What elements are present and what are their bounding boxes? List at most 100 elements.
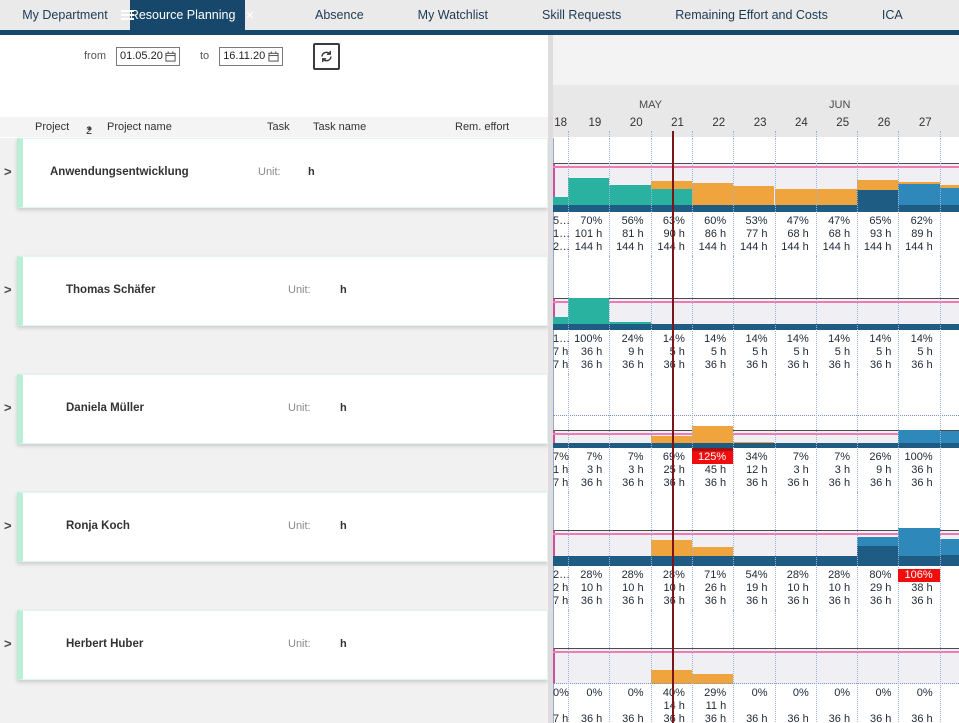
numbers-cell: 62%89 h144 h: [898, 215, 939, 254]
numbers-cell: 0%36 h: [733, 687, 774, 723]
tab-absence[interactable]: Absence: [288, 0, 391, 30]
capacity-hours: 144 h: [609, 241, 650, 254]
calendar-icon[interactable]: [165, 51, 176, 62]
capacity-hours: 36 h: [857, 713, 898, 723]
planned-hours: [816, 700, 857, 713]
tab-resource-planning[interactable]: Resource Planning×: [130, 0, 245, 30]
column-header-task-name[interactable]: Task name: [313, 121, 366, 133]
planned-hours: 7 h: [553, 346, 568, 359]
resource-row-card[interactable]: Ronja KochUnit:h: [17, 492, 548, 562]
tab-label: My Department: [22, 8, 107, 22]
capacity-hours: 36 h: [733, 595, 774, 608]
unit-value: h: [340, 402, 347, 414]
utilization-percent: 7%: [553, 451, 568, 464]
from-date-input[interactable]: 01.05.20: [116, 47, 180, 66]
expand-chevron-icon[interactable]: >: [4, 282, 16, 297]
unit-label: Unit:: [288, 520, 311, 532]
capacity-hours: 36 h: [568, 713, 609, 723]
capacity-hours: 36 h: [898, 359, 939, 372]
planned-hours: [775, 700, 816, 713]
expand-chevron-icon[interactable]: >: [4, 518, 16, 533]
numbers-cell: 0%36 h: [816, 687, 857, 723]
utilization-percent: 0%: [816, 687, 857, 700]
utilization-percent: 0%: [857, 687, 898, 700]
unit-label: Unit:: [288, 284, 311, 296]
planned-hours: 5 h: [733, 346, 774, 359]
calendar-icon[interactable]: [268, 51, 279, 62]
capacity-hours: 36 h: [609, 477, 650, 490]
timeline-row: 2…2 h7 h28%10 h36 h28%10 h36 h28%10 h36 …: [553, 492, 959, 610]
tab-my-department[interactable]: My Department: [0, 0, 130, 30]
capacity-hours: 144 h: [816, 241, 857, 254]
resource-row-card[interactable]: AnwendungsentwicklungUnit:h: [17, 138, 548, 208]
numbers-cell: 14%5 h36 h: [816, 333, 857, 372]
refresh-button[interactable]: [313, 43, 340, 70]
planned-hours: 93 h: [857, 228, 898, 241]
timeline-row: 5…1…2…70%101 h144 h56%81 h144 h63%90 h14…: [553, 138, 959, 256]
tab-my-watchlist[interactable]: My Watchlist: [391, 0, 515, 30]
utilization-percent: 34%: [733, 451, 774, 464]
tab-skill-requests[interactable]: Skill Requests: [515, 0, 648, 30]
utilization-percent: 14%: [692, 333, 733, 346]
column-header-project[interactable]: Project: [35, 121, 69, 133]
utilization-percent: 80%: [857, 569, 898, 582]
numbers-cell: 100%36 h36 h: [568, 333, 609, 372]
capacity-hours: 36 h: [609, 713, 650, 723]
resource-name: Herbert Huber: [66, 638, 143, 650]
planned-hours: 5 h: [692, 346, 733, 359]
numbers-cell: 0%36 h: [609, 687, 650, 723]
capacity-hours: 36 h: [692, 595, 733, 608]
planned-hours: 101 h: [568, 228, 609, 241]
resource-row-card[interactable]: Herbert HuberUnit:h: [17, 610, 548, 680]
tab-remaining-effort-and-costs[interactable]: Remaining Effort and Costs: [648, 0, 855, 30]
week-number-label: 27: [898, 117, 931, 129]
planned-hours: [857, 700, 898, 713]
expand-chevron-icon[interactable]: >: [4, 636, 16, 651]
grid-tick: [609, 131, 610, 137]
capacity-hours: 36 h: [857, 595, 898, 608]
numbers-row: 2…2 h7 h28%10 h36 h28%10 h36 h28%10 h36 …: [553, 566, 959, 610]
to-date-input[interactable]: 16.11.20: [219, 47, 283, 66]
unit-label: Unit:: [288, 402, 311, 414]
numbers-cell: 14%5 h36 h: [898, 333, 939, 372]
numbers-cell: 47%68 h144 h: [775, 215, 816, 254]
utilization-percent: 28%: [775, 569, 816, 582]
grid-tick: [733, 131, 734, 137]
unit-label: Unit:: [288, 638, 311, 650]
resource-row-card[interactable]: Thomas SchäferUnit:h: [17, 256, 548, 326]
utilization-percent: 24%: [609, 333, 650, 346]
column-header-rem-effort[interactable]: Rem. effort: [455, 121, 509, 133]
expand-chevron-icon[interactable]: >: [4, 164, 16, 179]
numbers-cell: 65%93 h144 h: [857, 215, 898, 254]
utilization-percent: 125%: [692, 451, 733, 464]
numbers-row: 7%1 h7 h7%3 h36 h7%3 h36 h69%25 h36 h125…: [553, 448, 959, 492]
column-header-task[interactable]: Task: [267, 121, 290, 133]
numbers-row: 1…7 h7 h100%36 h36 h24%9 h36 h14%5 h36 h…: [553, 330, 959, 374]
planned-hours: 19 h: [733, 582, 774, 595]
utilization-bar-orange: [733, 186, 774, 206]
tab-ica[interactable]: ICA: [855, 0, 930, 30]
capacity-hours: 144 h: [898, 241, 939, 254]
planned-hours: 3 h: [775, 464, 816, 477]
expand-chevron-icon[interactable]: >: [4, 400, 16, 415]
week-number-label: 19: [568, 117, 601, 129]
planned-hours: 5 h: [816, 346, 857, 359]
capacity-hours: 144 h: [733, 241, 774, 254]
grid-tick: [568, 131, 569, 137]
close-icon[interactable]: ×: [245, 8, 254, 23]
utilization-bar-blue: [857, 537, 898, 546]
column-header-project-name[interactable]: Project name: [107, 121, 172, 133]
utilization-percent: 47%: [775, 215, 816, 228]
grid-tick: [775, 131, 776, 137]
numbers-cell: 54%19 h36 h: [733, 569, 774, 608]
utilization-percent: 14%: [816, 333, 857, 346]
numbers-cell: 0%36 h: [898, 687, 939, 723]
utilization-percent: 70%: [568, 215, 609, 228]
capacity-hours: 36 h: [775, 359, 816, 372]
capacity-hours: 36 h: [733, 477, 774, 490]
utilization-percent: 29%: [692, 687, 733, 700]
utilization-percent: 106%: [898, 569, 939, 582]
resource-row-card[interactable]: Daniela MüllerUnit:h: [17, 374, 548, 444]
capacity-hours: 7 h: [553, 359, 568, 372]
capacity-hours: 36 h: [609, 595, 650, 608]
